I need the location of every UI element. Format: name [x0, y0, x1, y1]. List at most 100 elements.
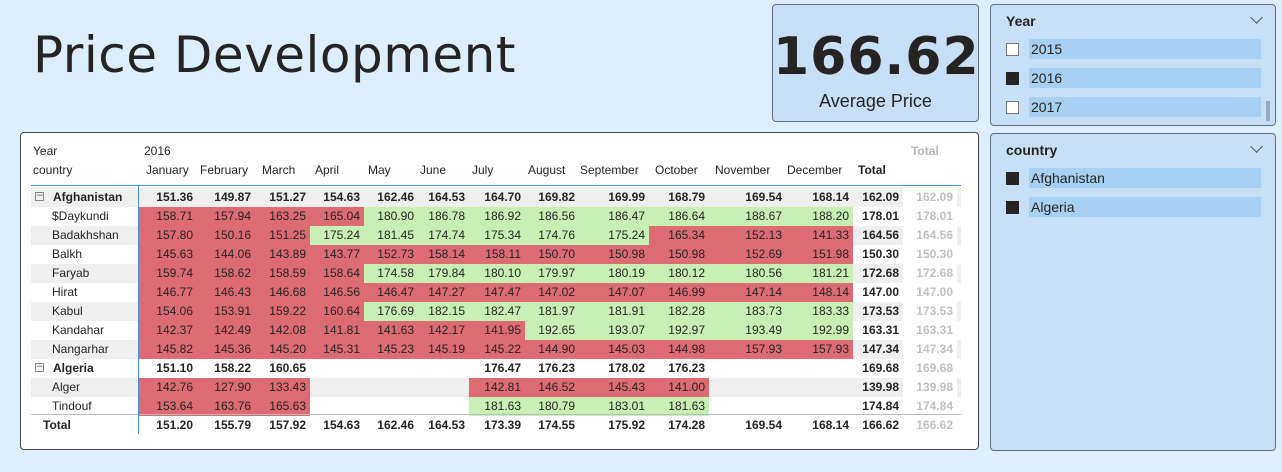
row-total-cell: 178.01	[862, 209, 899, 223]
table-row: − Afghanistan 151.36 149.87 151.27 154.63 162.…	[31, 188, 961, 207]
value-cell: 155.79	[214, 418, 251, 432]
country-option-label: Afghanistan	[1029, 168, 1261, 188]
table-row: Hirat 146.77 146.43 146.68 146.56 146.47 147.2…	[31, 283, 961, 302]
country-option-algeria[interactable]: Algeria	[991, 193, 1275, 222]
value-cell	[418, 359, 469, 378]
table-row: Kandahar 142.37 142.49 142.08 141.81 141.63 14…	[31, 321, 961, 340]
value-cell: 158.14	[418, 245, 469, 264]
value-cell: 145.63	[139, 245, 197, 264]
chevron-down-icon[interactable]	[1250, 140, 1263, 153]
checkbox[interactable]	[1006, 43, 1019, 56]
value-cell: 175.34	[469, 226, 525, 245]
value-cell: 146.43	[197, 283, 255, 302]
checkbox[interactable]	[1006, 172, 1019, 185]
value-cell: 174.28	[668, 418, 705, 432]
value-cell: 146.68	[255, 283, 310, 302]
value-cell: 164.53	[428, 190, 465, 204]
value-cell: 183.33	[786, 302, 853, 321]
value-cell: 147.07	[579, 283, 649, 302]
value-cell: 158.71	[139, 207, 197, 226]
grand-total-column-header: Total	[911, 144, 939, 158]
checkbox[interactable]	[1006, 201, 1019, 214]
value-cell: 186.92	[469, 207, 525, 226]
year-slicer: Year 2015 2016 2017	[990, 4, 1276, 126]
value-cell	[310, 378, 364, 397]
value-cell: 145.43	[579, 378, 649, 397]
value-cell: 151.36	[156, 190, 193, 204]
value-cell: 162.46	[377, 418, 414, 432]
value-cell: 150.16	[197, 226, 255, 245]
value-cell: 186.78	[418, 207, 469, 226]
value-cell: 174.74	[418, 226, 469, 245]
value-cell: 179.84	[418, 264, 469, 283]
row-label: Alger	[52, 380, 81, 394]
value-cell: 192.97	[649, 321, 709, 340]
value-cell: 180.12	[649, 264, 709, 283]
checkbox[interactable]	[1006, 101, 1019, 114]
value-cell: 164.53	[428, 418, 465, 432]
value-cell	[418, 378, 469, 397]
value-cell: 158.62	[197, 264, 255, 283]
value-cell: 148.14	[786, 283, 853, 302]
value-cell: 183.73	[709, 302, 786, 321]
value-cell: 144.98	[649, 340, 709, 359]
row-label: Algeria	[53, 361, 94, 375]
value-cell: 154.63	[323, 190, 360, 204]
value-cell: 181.21	[786, 264, 853, 283]
grand-total-cell: 169.68	[903, 359, 957, 378]
value-cell: 174.76	[525, 226, 579, 245]
value-cell: 142.08	[255, 321, 310, 340]
country-option-afghanistan[interactable]: Afghanistan	[991, 164, 1275, 193]
value-cell: 158.22	[214, 361, 251, 375]
value-cell: 144.06	[197, 245, 255, 264]
value-cell: 151.98	[786, 245, 853, 264]
value-cell: 141.95	[469, 321, 525, 340]
row-total-cell: 164.56	[862, 228, 899, 242]
chevron-down-icon[interactable]	[1250, 11, 1263, 24]
value-cell: 180.19	[579, 264, 649, 283]
checkbox[interactable]	[1006, 72, 1019, 85]
value-cell: 175.24	[579, 226, 649, 245]
value-cell: 182.47	[469, 302, 525, 321]
value-cell: 145.20	[255, 340, 310, 359]
table-row: Nangarhar 145.82 145.36 145.20 145.31 145.23 1…	[31, 340, 961, 359]
value-cell	[364, 359, 418, 378]
country-slicer-header[interactable]: country	[991, 134, 1275, 164]
value-cell	[786, 378, 853, 397]
value-cell: 181.91	[579, 302, 649, 321]
value-cell	[310, 359, 364, 378]
value-cell: 175.92	[608, 418, 645, 432]
value-cell: 188.67	[709, 207, 786, 226]
row-label: Kabul	[52, 304, 83, 318]
value-cell: 174.58	[364, 264, 418, 283]
header-divider	[31, 185, 961, 186]
value-cell: 147.47	[469, 283, 525, 302]
value-cell: 160.65	[269, 361, 306, 375]
year-slicer-header[interactable]: Year	[991, 5, 1275, 35]
year-option-2016[interactable]: 2016	[991, 64, 1275, 93]
month-header: February	[200, 163, 249, 177]
table-row: Alger 142.76 127.90 133.43 142.81 146.52 145.4…	[31, 378, 961, 397]
value-cell: 182.15	[418, 302, 469, 321]
value-cell: 181.97	[525, 302, 579, 321]
collapse-icon[interactable]: −	[35, 363, 44, 372]
grand-total-cell: 178.01	[903, 207, 957, 226]
month-header: September	[580, 163, 639, 177]
value-cell: 158.59	[255, 264, 310, 283]
collapse-icon[interactable]: −	[35, 192, 44, 201]
year-slicer-title: Year	[1006, 13, 1036, 29]
value-cell: 174.55	[538, 418, 575, 432]
year-option-2015[interactable]: 2015	[991, 35, 1275, 64]
year-option-2017[interactable]: 2017	[991, 93, 1275, 122]
year-option-label: 2016	[1029, 68, 1261, 88]
year-value-header: 2016	[144, 144, 171, 158]
scrollbar[interactable]	[1266, 101, 1270, 121]
value-cell: 157.92	[269, 418, 306, 432]
value-cell: 142.76	[139, 378, 197, 397]
value-cell: 150.98	[649, 245, 709, 264]
value-cell: 169.99	[608, 190, 645, 204]
value-cell: 168.79	[668, 190, 705, 204]
month-header: July	[472, 163, 494, 177]
row-label: Hirat	[52, 285, 78, 299]
month-header: March	[262, 163, 296, 177]
